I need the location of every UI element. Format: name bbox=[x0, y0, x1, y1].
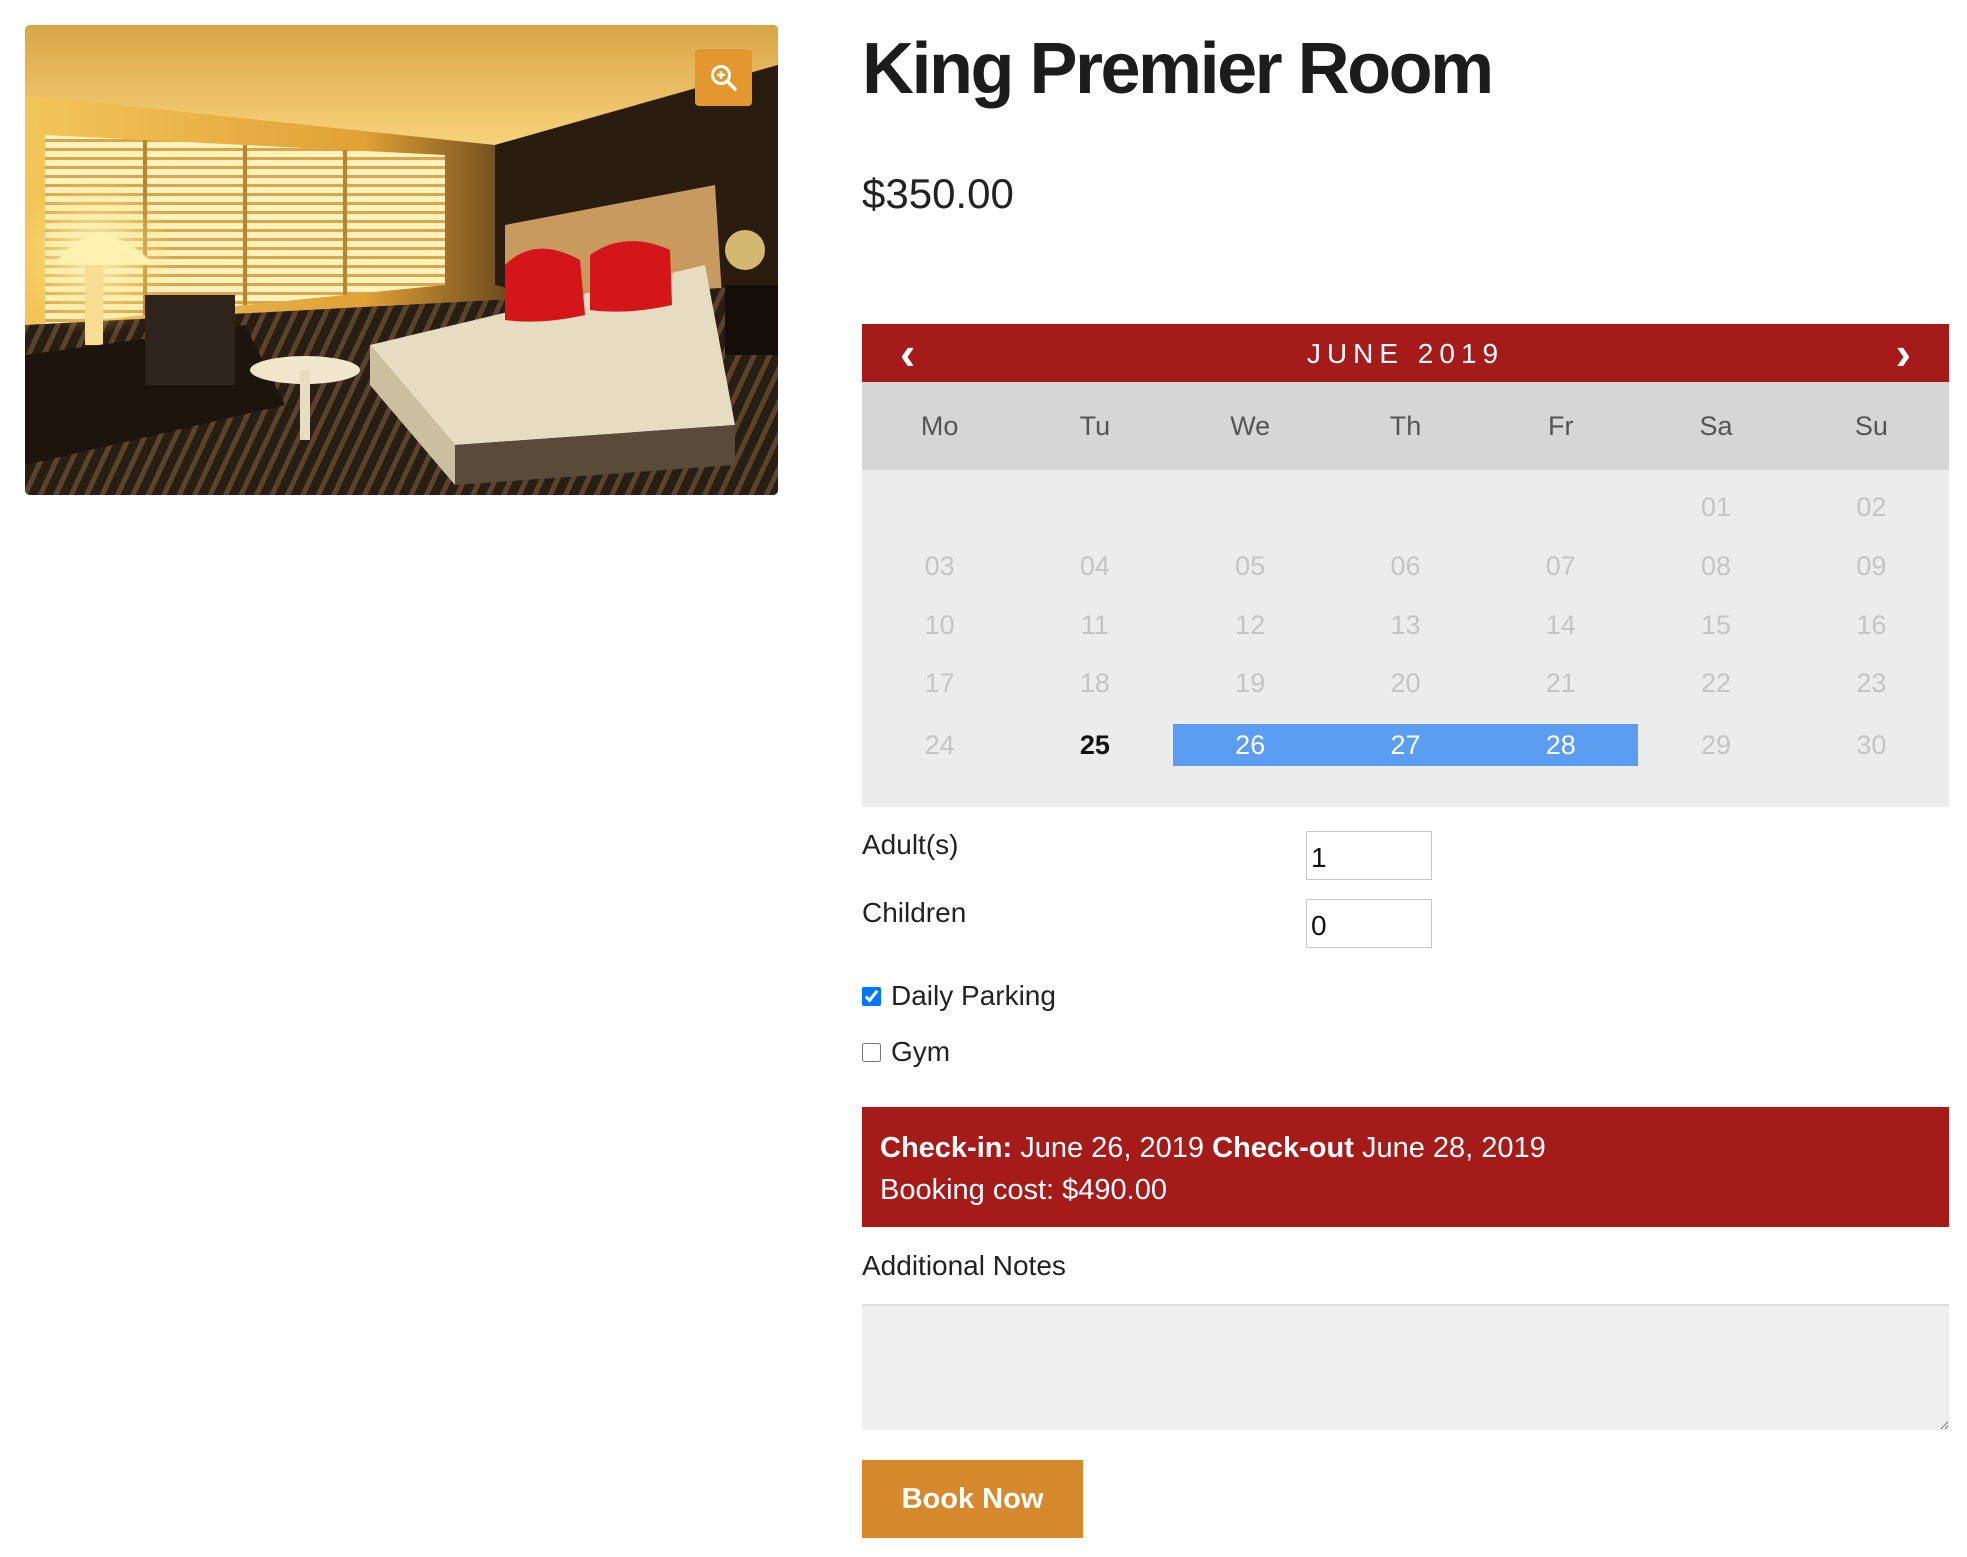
calendar-day: 17 bbox=[924, 668, 955, 698]
calendar-day bbox=[1328, 486, 1483, 528]
product-page: King Premier Room $350.00 ‹ JUNE 2019 › … bbox=[0, 0, 1967, 1557]
calendar-day bbox=[1483, 486, 1638, 528]
calendar-day: 23 bbox=[1856, 668, 1887, 698]
zoom-in-icon bbox=[710, 64, 737, 91]
calendar-day: 04 bbox=[1079, 551, 1110, 581]
notes-label: Additional Notes bbox=[862, 1250, 1066, 1281]
calendar-day bbox=[1017, 486, 1172, 528]
calendar-day-selected[interactable]: 27 bbox=[1327, 724, 1484, 766]
weekday-label: Fr bbox=[1548, 410, 1574, 441]
calendar-day: 15 bbox=[1701, 610, 1732, 640]
product-title: King Premier Room bbox=[862, 29, 1494, 109]
calendar-week: 24 25 26 27 28 29 30 bbox=[862, 724, 1949, 766]
calendar-day: 02 bbox=[1856, 492, 1887, 522]
calendar-day: 08 bbox=[1701, 551, 1732, 581]
calendar-day: 14 bbox=[1545, 610, 1576, 640]
calendar-day[interactable]: 30 bbox=[1794, 724, 1949, 766]
calendar-day: 12 bbox=[1235, 610, 1266, 640]
zoom-button[interactable] bbox=[695, 49, 752, 106]
calendar-weekdays: Mo Tu We Th Fr Sa Su bbox=[862, 382, 1949, 470]
weekday-label: Tu bbox=[1079, 410, 1111, 441]
calendar-day: 24 bbox=[924, 730, 955, 760]
checkin-date: June 26, 2019 bbox=[1020, 1132, 1205, 1164]
gym-label: Gym bbox=[891, 1036, 951, 1067]
calendar-day: 11 bbox=[1080, 610, 1109, 640]
calendar-day: 05 bbox=[1235, 551, 1266, 581]
weekday-label: Su bbox=[1854, 410, 1888, 441]
adults-label: Adult(s) bbox=[862, 829, 959, 860]
calendar-day-selected[interactable]: 26 bbox=[1172, 724, 1328, 766]
weekday-label: Mo bbox=[920, 410, 959, 441]
daily-parking-checkbox[interactable] bbox=[862, 986, 881, 1006]
calendar-day bbox=[862, 486, 1017, 528]
calendar-day: 19 bbox=[1235, 668, 1266, 698]
calendar-month-label: JUNE 2019 bbox=[1306, 338, 1505, 369]
booking-dates: Check-in: June 26, 2019 Check-out June 2… bbox=[880, 1127, 1931, 1169]
calendar-day: 03 bbox=[924, 551, 955, 581]
calendar-day: 18 bbox=[1079, 668, 1110, 698]
product-image[interactable] bbox=[25, 25, 778, 495]
calendar-day: 06 bbox=[1390, 551, 1421, 581]
daily-parking-label: Daily Parking bbox=[891, 980, 1056, 1011]
calendar-day: 20 bbox=[1390, 668, 1421, 698]
calendar-day: 13 bbox=[1390, 610, 1421, 640]
calendar-day-today[interactable]: 25 bbox=[1017, 724, 1172, 766]
calendar-day: 22 bbox=[1701, 668, 1732, 698]
calendar-day bbox=[1173, 486, 1328, 528]
adults-input[interactable] bbox=[1306, 831, 1432, 880]
calendar-day: 07 bbox=[1545, 551, 1576, 581]
calendar-day: 16 bbox=[1856, 610, 1887, 640]
extra-gym[interactable]: Gym bbox=[862, 1036, 950, 1068]
extra-daily-parking[interactable]: Daily Parking bbox=[862, 980, 1056, 1012]
children-input[interactable] bbox=[1306, 899, 1432, 948]
booking-summary: Check-in: June 26, 2019 Check-out June 2… bbox=[862, 1107, 1949, 1227]
calendar-day: 21 bbox=[1545, 668, 1576, 698]
book-now-button[interactable]: Book Now bbox=[862, 1460, 1083, 1538]
calendar-day: 10 bbox=[924, 610, 955, 640]
calendar-week: 17 18 19 20 21 22 23 bbox=[862, 662, 1949, 704]
weekday-label: Sa bbox=[1699, 410, 1733, 441]
hotel-room-photo bbox=[25, 25, 778, 495]
weekday-label: Th bbox=[1389, 410, 1422, 441]
next-month-button[interactable]: › bbox=[1896, 328, 1911, 378]
calendar-day: 01 bbox=[1701, 492, 1732, 522]
calendar-day: 09 bbox=[1856, 551, 1887, 581]
weekday-label: We bbox=[1230, 410, 1271, 441]
checkout-label: Check-out bbox=[1212, 1132, 1354, 1164]
notes-textarea[interactable] bbox=[862, 1304, 1949, 1430]
calendar-week: 10 11 12 13 14 15 16 bbox=[862, 604, 1949, 646]
checkout-date: June 28, 2019 bbox=[1361, 1132, 1546, 1164]
calendar-day[interactable]: 29 bbox=[1638, 724, 1793, 766]
calendar-day-selected[interactable]: 28 bbox=[1483, 724, 1639, 766]
gym-checkbox[interactable] bbox=[862, 1042, 881, 1062]
calendar-week: 01 02 bbox=[862, 486, 1949, 528]
product-price: $350.00 bbox=[862, 170, 1014, 217]
booking-calendar: ‹ JUNE 2019 › Mo Tu We Th Fr Sa Su 01 02… bbox=[862, 324, 1949, 807]
calendar-header: ‹ JUNE 2019 › bbox=[862, 324, 1949, 382]
children-label: Children bbox=[862, 897, 967, 928]
booking-cost: Booking cost: $490.00 bbox=[880, 1174, 1167, 1206]
checkin-label: Check-in: bbox=[880, 1132, 1013, 1164]
calendar-week: 03 04 05 06 07 08 09 bbox=[862, 545, 1949, 587]
